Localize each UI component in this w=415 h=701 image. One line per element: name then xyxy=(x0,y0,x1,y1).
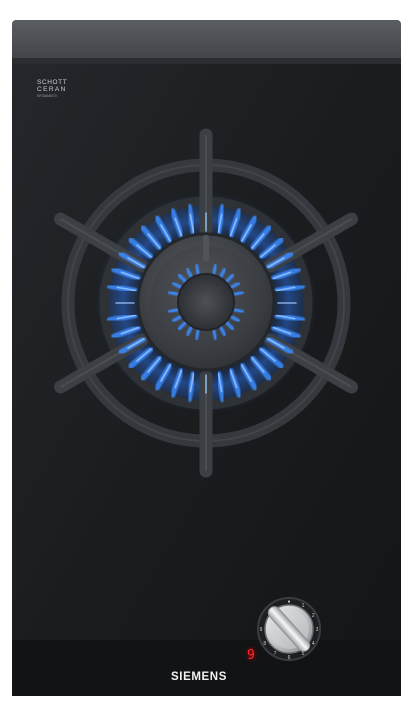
knob-marker: 1 xyxy=(302,603,305,609)
knob-marker: 4 xyxy=(312,641,315,647)
control-knob[interactable]: ● 1 2 3 4 5 6 7 8 9 xyxy=(257,597,321,661)
inner-flame xyxy=(231,307,245,314)
knob-marker: 8 xyxy=(263,641,266,647)
model-code: ER3A6AB70 xyxy=(37,94,57,98)
ceran-text: CERAN xyxy=(37,86,67,93)
top-metal-strip xyxy=(12,20,401,64)
power-level-display: 9 xyxy=(247,648,255,663)
inner-flame xyxy=(231,290,245,297)
inner-flame xyxy=(167,307,181,314)
knob-marker: ● xyxy=(287,599,290,605)
schott-ceran-logo: SCHOTT CERAN xyxy=(37,79,67,93)
gas-hob: ● 1 2 3 4 5 6 7 8 9 xyxy=(12,20,401,696)
knob-marker: 5 xyxy=(302,651,305,657)
knob-marker: 6 xyxy=(288,655,291,661)
schott-text: SCHOTT xyxy=(37,79,68,86)
siemens-logo: SIEMENS xyxy=(171,671,227,683)
inner-flame xyxy=(167,290,181,297)
control-band xyxy=(12,640,401,696)
knob-marker: 3 xyxy=(316,627,319,633)
knob-marker: 9 xyxy=(260,627,263,633)
knob-marker: 7 xyxy=(274,651,277,657)
knob-marker: 2 xyxy=(312,613,315,619)
burner-inner-cap xyxy=(177,273,235,331)
